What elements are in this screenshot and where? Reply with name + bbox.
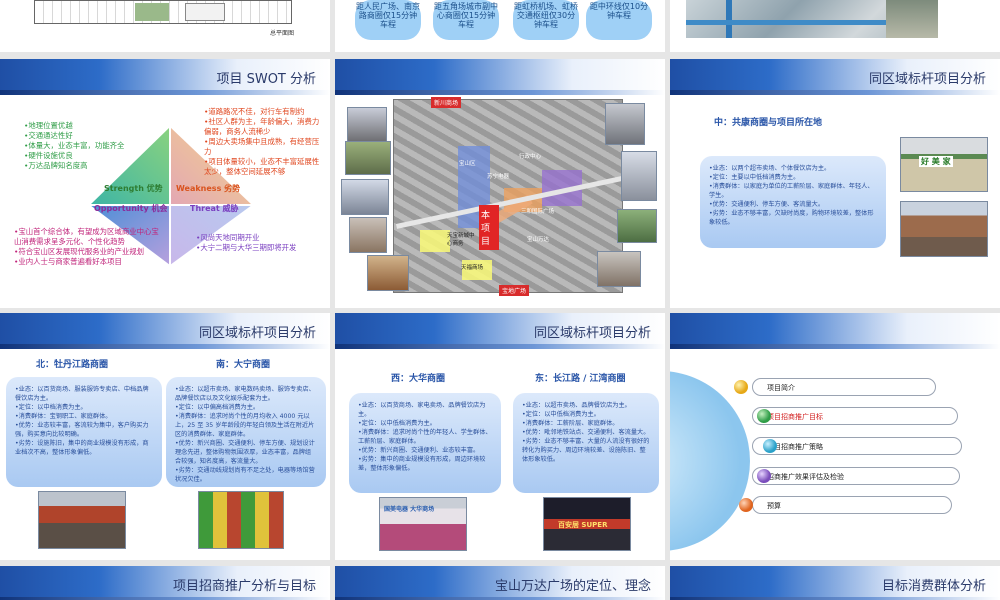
agenda-arc	[670, 371, 750, 551]
store-photo-1: 好 美 家	[900, 137, 988, 192]
photo-right-4	[597, 251, 641, 287]
slide-header: 同区域标杆项目分析	[335, 313, 665, 349]
south-panel: •业态：以超市卖场、家电数码卖场、服饰专卖店、品牌餐饮店以及文化娱乐配套为主。 …	[166, 377, 326, 487]
photo-right-2	[621, 151, 657, 201]
map-label-5: 天宝新城中心商务	[447, 233, 475, 247]
slide-traffic-map[interactable]	[670, 0, 1000, 52]
slide-header	[670, 313, 1000, 349]
agenda-bullet-3	[763, 439, 777, 453]
site-plan-label: 总平面图	[270, 30, 295, 37]
section-subtitle: 中：共康商圈与项目所在地	[714, 118, 823, 128]
slide-location-distances[interactable]: 距人民广场、南京路商圈仅15分钟车程 距五角场城市副中心商圈仅15分钟车程 距虹…	[335, 0, 665, 52]
project-marker: 本项目	[479, 205, 499, 250]
slide-benchmark-north-south[interactable]: 同区域标杆项目分析 北：牡丹江路商圈 南：大宁商圈 •业态：以百货商场、服装服饰…	[0, 313, 330, 560]
slide-benchmark-center[interactable]: 同区域标杆项目分析 中：共康商圈与项目所在地 •业态：以两个超市卖场、个体餐饮店…	[670, 59, 1000, 308]
agenda-bullet-2	[757, 409, 771, 423]
weakness-label: Weakness 劣势	[176, 184, 241, 193]
agenda-bullet-4	[757, 469, 771, 483]
north-panel: •业态：以百货商场、服装服饰专卖店、中档品牌餐饮店为主。 •定位：以中档消费为主…	[6, 377, 162, 487]
slide-title: 项目招商推广分析与目标	[172, 579, 316, 594]
photo-right-1	[605, 103, 645, 145]
slide-header: 目标消费群体分析	[670, 566, 1000, 600]
store-photo-2	[900, 201, 988, 257]
slide-header: 同区域标杆项目分析	[0, 313, 330, 349]
west-photo: 国美电器 大华商场	[379, 497, 467, 551]
slide-title: 同区域标杆项目分析	[868, 72, 986, 87]
opportunity-label: Opportunity 机会	[94, 204, 168, 213]
south-title: 南：大宁商圈	[216, 360, 271, 370]
slide-bottom-1[interactable]: 项目招商推广分析与目标	[0, 566, 330, 600]
photo-left-3	[341, 179, 389, 215]
slide-site-plan[interactable]: 总平面图	[0, 0, 330, 52]
agenda-item-2[interactable]: 项目招商推广目标	[752, 407, 958, 425]
swot-diamond	[90, 127, 252, 265]
distance-pill-4: 距中环线仅10分钟车程	[586, 0, 652, 40]
map-label-10: 宝地广场	[499, 285, 530, 296]
east-store-sign: 百安居 SUPER	[558, 521, 608, 529]
map-label-7: 宝山万达	[527, 237, 550, 243]
store-sign-text: 好 美 家	[919, 156, 953, 167]
distance-pill-1: 距人民广场、南京路商圈仅15分钟车程	[355, 0, 421, 40]
site-plan-drawing	[34, 0, 292, 24]
west-store-sign: 国美电器 大华商场	[384, 506, 435, 513]
east-panel: •业态：以超市卖场、品牌餐饮店为主。 •定位：以中低档消费为主。 •消费群体：工…	[513, 393, 659, 493]
distance-pill-3: 距虹桥机场、虹桥交通枢纽仅30分钟车程	[513, 0, 579, 40]
opportunities-list: •宝山首个综合体，有望成为区域商业中心宝山消费需求呈多元化、个性化趋势 •符合宝…	[14, 227, 159, 266]
agenda-item-1[interactable]: 项目简介	[752, 378, 936, 396]
photo-left-4	[349, 217, 387, 253]
photo-left-2	[345, 141, 391, 175]
slide-area-map[interactable]: 新川商场 行政中心 宝山区 三和国际广场 天宝新城中心商务 本项目 宝山万达 天…	[335, 59, 665, 308]
strength-label: Strength 优势	[104, 184, 163, 193]
map-label-9: 苏宁电器	[487, 174, 510, 180]
map-label-3: 宝山区	[459, 161, 476, 167]
traffic-map-image	[686, 0, 938, 38]
slide-header: 宝山万达广场的定位、理念	[335, 566, 665, 600]
weaknesses-list: •道路路况不佳，对行车有制约 •社区人群为主，年龄偏大，消费力偏弱，商务人流稀少…	[204, 107, 320, 176]
slide-benchmark-west-east[interactable]: 同区域标杆项目分析 西：大华商圈 东：长江路 / 江湾商圈 •业态：以百货商场、…	[335, 313, 665, 560]
photo-right-3	[617, 209, 657, 243]
threats-list: •风尚天地同期开业 •大宁二期与大华三期即将开发	[196, 233, 297, 252]
map-label-8: 天福商场	[461, 265, 484, 271]
slide-bottom-2[interactable]: 宝山万达广场的定位、理念	[335, 566, 665, 600]
north-title: 北：牡丹江路商圈	[36, 360, 109, 370]
photo-left-1	[347, 107, 387, 143]
west-title: 西：大华商圈	[391, 374, 446, 384]
agenda-bullet-1	[734, 380, 748, 394]
south-photo	[198, 491, 284, 549]
strengths-list: •地理位置优越 •交通通达性好 •体量大，业态丰富，功能齐全 •硬件设施优良 •…	[24, 121, 125, 170]
map-label-2: 行政中心	[519, 154, 542, 160]
west-panel: •业态：以百货商场、家电卖场、品牌餐饮店为主。 •定位：以中低档消费为主。 •消…	[349, 393, 501, 493]
slide-header	[335, 59, 665, 95]
threat-label: Threat 威胁	[190, 204, 239, 213]
east-title: 东：长江路 / 江湾商圈	[535, 374, 626, 384]
slide-title: 目标消费群体分析	[881, 579, 986, 594]
slide-title: 同区域标杆项目分析	[533, 326, 651, 341]
slide-title: 同区域标杆项目分析	[198, 326, 316, 341]
photo-left-5	[367, 255, 409, 291]
analysis-panel: •业态：以两个超市卖场、个体餐饮店为主。 •定位：主要以中低档消费为主。 •消费…	[700, 156, 886, 248]
agenda-item-3[interactable]: 项目招商推广策略	[752, 437, 962, 455]
distance-pill-2: 距五角场城市副中心商圈仅15分钟车程	[433, 0, 499, 40]
agenda-item-5[interactable]: 预算	[752, 496, 952, 514]
slide-header: 项目招商推广分析与目标	[0, 566, 330, 600]
agenda-bullet-5	[739, 498, 753, 512]
aerial-map	[393, 99, 623, 293]
map-label-4: 三和国际广场	[521, 209, 555, 215]
east-photo: 百安居 SUPER	[543, 497, 631, 551]
slide-bottom-3[interactable]: 目标消费群体分析	[670, 566, 1000, 600]
map-label-1: 新川商场	[431, 97, 462, 108]
slide-header: 同区域标杆项目分析	[670, 59, 1000, 95]
north-photo	[38, 491, 126, 549]
agenda-item-4[interactable]: 招商推广效果评估及检验	[752, 467, 960, 485]
slide-swot[interactable]: 项目 SWOT 分析 •地理位置优越 •交通通达性好 •体量大，业态丰富，功能齐…	[0, 59, 330, 308]
slide-title: 宝山万达广场的定位、理念	[494, 579, 651, 594]
